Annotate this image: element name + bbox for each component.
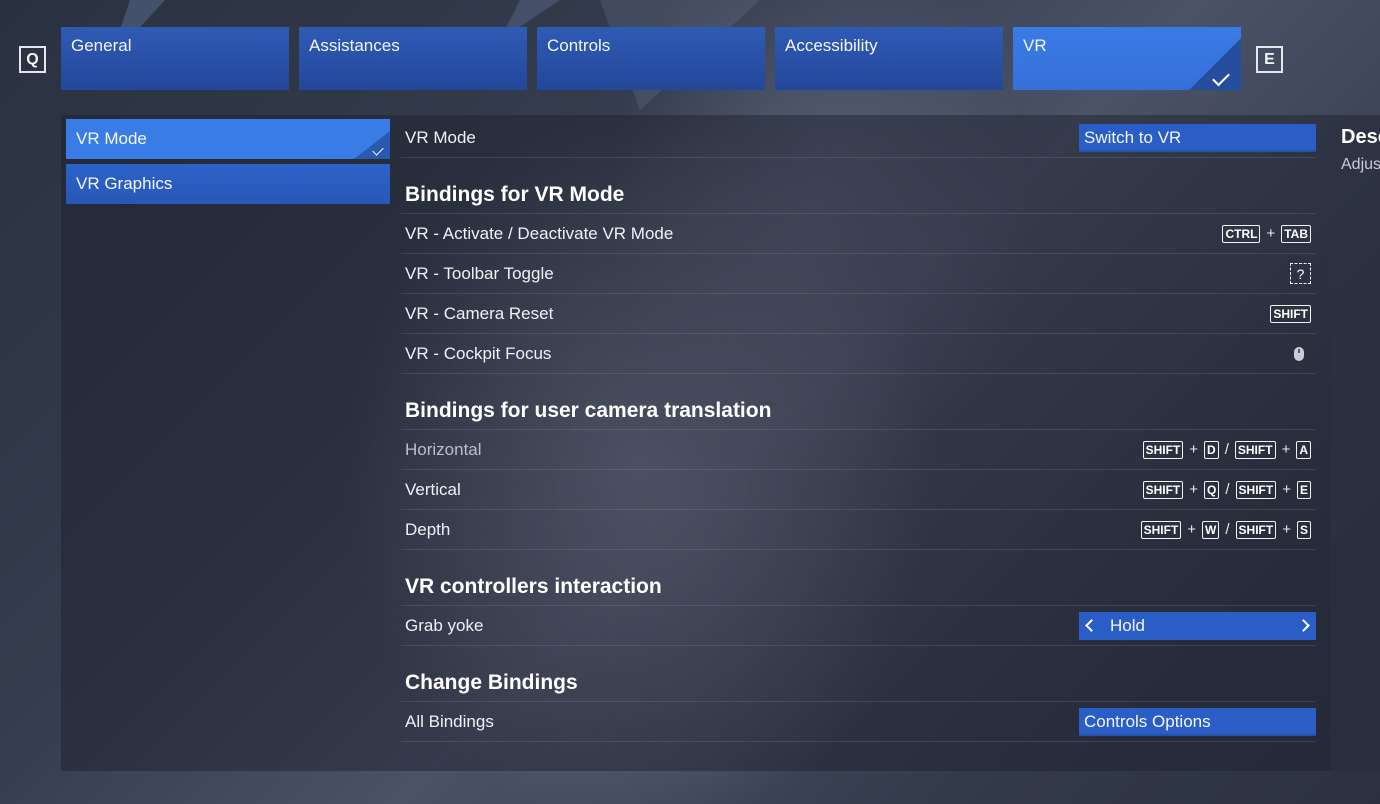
key-w: W	[1202, 520, 1220, 539]
key-d: D	[1204, 440, 1219, 459]
binding-row-activate-vr[interactable]: VR - Activate / Deactivate VR Mode CTRL …	[401, 214, 1316, 254]
row-label: Horizontal	[405, 439, 482, 459]
switch-to-vr-button[interactable]: Switch to VR	[1079, 123, 1316, 152]
binding-row-camera-reset[interactable]: VR - Camera Reset SHIFT	[401, 294, 1316, 334]
grab-yoke-selector[interactable]: Hold	[1079, 611, 1316, 640]
plus-sign: +	[1189, 441, 1199, 458]
key-binding[interactable]: SHIFT + D / SHIFT + A	[1142, 440, 1316, 459]
binding-row-depth[interactable]: Depth SHIFT + W / SHIFT + S	[401, 510, 1316, 550]
binding-row-cockpit-focus[interactable]: VR - Cockpit Focus	[401, 334, 1316, 374]
key-shift: SHIFT	[1140, 520, 1182, 539]
key-q: Q	[1204, 480, 1220, 499]
key-binding[interactable]	[1294, 346, 1316, 361]
settings-content: VR Mode Switch to VR Bindings for VR Mod…	[401, 118, 1316, 742]
chevron-left-icon[interactable]	[1085, 619, 1098, 632]
tab-accessibility[interactable]: Accessibility	[775, 27, 1003, 90]
key-binding[interactable]: SHIFT + W / SHIFT + S	[1140, 520, 1316, 539]
plus-sign: +	[1282, 521, 1291, 538]
key-e: E	[1296, 480, 1311, 499]
selector-value-group: Hold	[1085, 615, 1145, 636]
key-shift: SHIFT	[1142, 480, 1184, 499]
grab-yoke-row: Grab yoke Hold	[401, 606, 1316, 646]
plus-sign: +	[1187, 521, 1197, 538]
mouse-icon	[1294, 346, 1304, 361]
checkmark-icon	[1212, 68, 1230, 87]
row-label: VR - Cockpit Focus	[405, 343, 552, 363]
section-heading-vr-bindings: Bindings for VR Mode	[401, 158, 1316, 214]
description-panel: Desc Adjus	[1331, 115, 1380, 771]
checkmark-icon	[372, 144, 384, 156]
chevron-right-icon[interactable]	[1297, 619, 1310, 632]
key-shift: SHIFT	[1234, 440, 1276, 459]
next-tab-key-hint[interactable]: E	[1256, 46, 1283, 73]
row-label: VR - Activate / Deactivate VR Mode	[405, 223, 674, 243]
row-label: Vertical	[405, 479, 461, 499]
key-tab: TAB	[1281, 224, 1311, 243]
selector-value: Hold	[1110, 615, 1145, 635]
key-ctrl: CTRL	[1222, 224, 1261, 243]
binding-row-horizontal[interactable]: Horizontal SHIFT + D / SHIFT + A	[401, 430, 1316, 470]
unassigned-key-icon: ?	[1290, 263, 1311, 284]
all-bindings-row: All Bindings Controls Options	[401, 702, 1316, 742]
row-label: VR - Toolbar Toggle	[405, 263, 554, 283]
sidebar-item-label: VR Mode	[76, 129, 147, 148]
sidebar: VR Mode VR Graphics	[66, 119, 390, 209]
key-binding[interactable]: SHIFT + Q / SHIFT + E	[1142, 480, 1316, 499]
tab-assistances[interactable]: Assistances	[299, 27, 527, 90]
description-text: Adjus	[1341, 156, 1380, 173]
binding-row-vertical[interactable]: Vertical SHIFT + Q / SHIFT + E	[401, 470, 1316, 510]
key-shift: SHIFT	[1270, 304, 1311, 323]
tab-general[interactable]: General	[61, 27, 289, 90]
vr-mode-row: VR Mode Switch to VR	[401, 118, 1316, 158]
plus-sign: +	[1281, 441, 1291, 458]
key-shift: SHIFT	[1235, 520, 1277, 539]
section-heading-camera-translation: Bindings for user camera translation	[401, 374, 1316, 430]
key-shift: SHIFT	[1142, 440, 1184, 459]
key-s: S	[1296, 520, 1311, 539]
key-shift: SHIFT	[1235, 480, 1277, 499]
tab-controls[interactable]: Controls	[537, 27, 765, 90]
sidebar-item-vr-mode[interactable]: VR Mode	[66, 119, 390, 159]
tab-label: Assistances	[309, 36, 400, 55]
section-heading-controllers: VR controllers interaction	[401, 550, 1316, 606]
key-binding[interactable]: CTRL + TAB	[1222, 224, 1316, 243]
key-a: A	[1296, 440, 1311, 459]
slash-separator: /	[1225, 521, 1230, 538]
tab-label: General	[71, 36, 132, 55]
tab-label: Controls	[547, 36, 611, 55]
section-heading-change-bindings: Change Bindings	[401, 646, 1316, 702]
plus-sign: +	[1266, 225, 1276, 242]
controls-options-button[interactable]: Controls Options	[1079, 707, 1316, 736]
row-label: VR - Camera Reset	[405, 303, 554, 323]
key-binding[interactable]: SHIFT	[1270, 304, 1316, 323]
row-label: All Bindings	[405, 711, 494, 731]
tab-label: Accessibility	[785, 36, 878, 55]
slash-separator: /	[1224, 441, 1229, 458]
row-label: VR Mode	[405, 127, 476, 147]
plus-sign: +	[1282, 481, 1291, 498]
sidebar-item-vr-graphics[interactable]: VR Graphics	[66, 164, 390, 204]
sidebar-item-label: VR Graphics	[76, 174, 173, 193]
prev-tab-key-hint[interactable]: Q	[19, 46, 46, 73]
row-label: Grab yoke	[405, 615, 484, 635]
top-tabs: General Assistances Controls Accessibili…	[61, 27, 1241, 90]
row-label: Depth	[405, 519, 451, 539]
tab-vr[interactable]: VR	[1013, 27, 1241, 90]
description-title: Desc	[1341, 126, 1380, 148]
binding-row-toolbar-toggle[interactable]: VR - Toolbar Toggle ?	[401, 254, 1316, 294]
key-binding[interactable]: ?	[1290, 263, 1316, 284]
tab-label: VR	[1023, 36, 1047, 55]
slash-separator: /	[1225, 481, 1230, 498]
plus-sign: +	[1189, 481, 1199, 498]
